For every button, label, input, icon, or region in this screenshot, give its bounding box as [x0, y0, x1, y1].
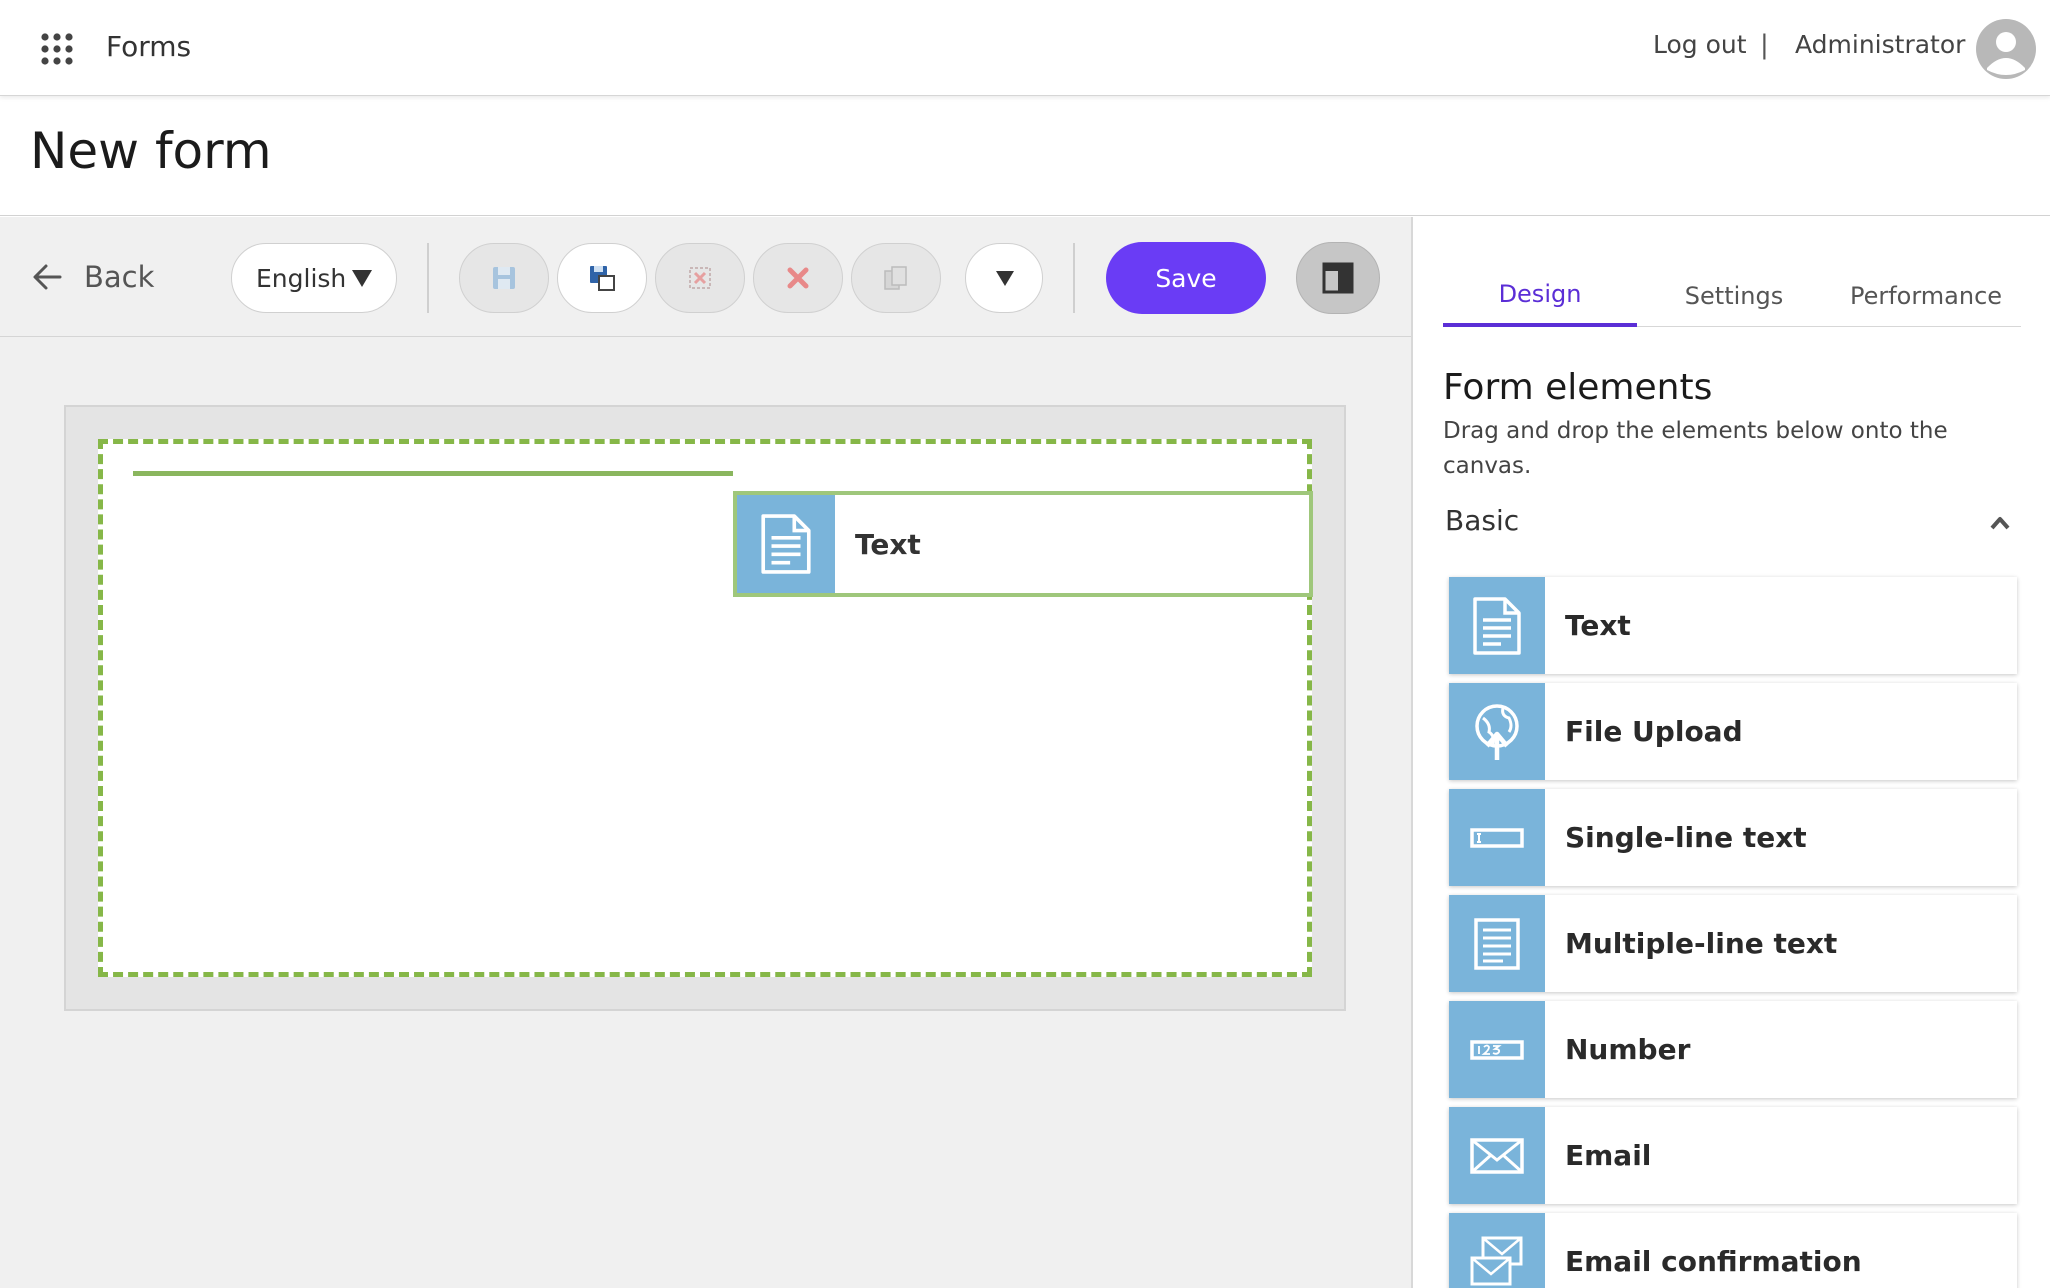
multiple-line-text-icon — [1474, 917, 1520, 970]
element-icon-box — [1449, 895, 1545, 992]
drop-indicator — [133, 471, 733, 476]
element-icon-box — [1449, 683, 1545, 780]
element-icon-box — [1449, 577, 1545, 674]
save-button[interactable]: Save — [1106, 242, 1266, 314]
more-actions-button[interactable] — [965, 243, 1043, 313]
logout-link[interactable]: Log out — [1653, 30, 1747, 59]
form-canvas: Text — [64, 405, 1346, 1011]
language-value: English — [256, 263, 347, 293]
arrow-left-icon — [33, 264, 62, 290]
element-label: Email confirmation — [1565, 1245, 1862, 1278]
save-draft-button[interactable] — [459, 243, 549, 313]
language-select[interactable]: English — [231, 243, 397, 313]
single-line-text-icon — [1470, 827, 1524, 848]
element-icon-box — [737, 495, 835, 593]
save-as-icon — [590, 266, 615, 291]
panel-tabs: Design Settings Performance — [1443, 265, 2021, 327]
copy-button[interactable] — [851, 243, 941, 313]
chevron-up-icon — [1990, 517, 2010, 530]
avatar-icon[interactable] — [1975, 18, 2037, 80]
panel-layout-icon — [1322, 262, 1354, 294]
element-label: Email — [1565, 1139, 1652, 1172]
element-icon-box — [1449, 1213, 1545, 1288]
layout-toggle-button[interactable] — [1296, 242, 1380, 314]
tab-performance[interactable]: Performance — [1831, 265, 2021, 327]
caret-down-icon — [352, 270, 372, 287]
element-email-confirmation[interactable]: Email confirmation — [1449, 1213, 2017, 1288]
editor-toolbar: Back English Save — [0, 217, 1411, 337]
file-upload-icon — [1475, 703, 1519, 760]
delete-button[interactable] — [753, 243, 843, 313]
page-title: New form — [30, 122, 272, 180]
text-document-icon — [761, 514, 811, 574]
element-list: Text File Upload Single-line text Multip… — [1449, 577, 2017, 1288]
form-editor: Back English Save Text — [0, 217, 1411, 1288]
email-icon — [1470, 1137, 1524, 1174]
caret-down-icon — [996, 271, 1014, 286]
element-icon-box — [1449, 1001, 1545, 1098]
toolbar-divider — [427, 243, 429, 313]
text-document-icon — [1473, 596, 1521, 655]
element-multiple-line-text[interactable]: Multiple-line text — [1449, 895, 2017, 992]
element-icon-box — [1449, 1107, 1545, 1204]
email-confirmation-icon — [1470, 1236, 1523, 1285]
delete-icon — [787, 267, 809, 289]
element-label: Number — [1565, 1033, 1691, 1066]
header-separator: | — [1760, 30, 1769, 60]
element-icon-box — [1449, 789, 1545, 886]
form-elements-heading: Form elements — [1443, 367, 1713, 408]
number-icon — [1470, 1039, 1524, 1060]
dragging-element[interactable]: Text — [733, 491, 1313, 597]
element-label: Single-line text — [1565, 821, 1807, 854]
element-text[interactable]: Text — [1449, 577, 2017, 674]
app-title: Forms — [106, 30, 192, 63]
form-elements-description: Drag and drop the elements below onto th… — [1443, 418, 1948, 479]
section-basic-header[interactable]: Basic — [1445, 504, 2011, 544]
element-file-upload[interactable]: File Upload — [1449, 683, 2017, 780]
back-button[interactable]: Back — [30, 255, 154, 299]
tab-settings[interactable]: Settings — [1637, 265, 1831, 327]
element-email[interactable]: Email — [1449, 1107, 2017, 1204]
element-number[interactable]: Number — [1449, 1001, 2017, 1098]
side-panel: Design Settings Performance Form element… — [1411, 217, 2050, 1288]
app-launcher-icon[interactable] — [40, 32, 74, 66]
discard-changes-button[interactable] — [655, 243, 745, 313]
copy-icon — [884, 266, 907, 290]
save-disk-icon — [493, 267, 515, 289]
element-label: Text — [1565, 609, 1631, 642]
element-label: File Upload — [1565, 715, 1743, 748]
save-as-button[interactable] — [557, 243, 647, 313]
section-basic-title: Basic — [1445, 504, 1520, 537]
back-label: Back — [84, 260, 155, 294]
discard-icon — [689, 267, 711, 289]
page-title-bar: New form — [0, 96, 2050, 216]
top-bar: Forms Log out | Administrator — [0, 0, 2050, 96]
element-label: Multiple-line text — [1565, 927, 1838, 960]
user-name: Administrator — [1795, 30, 1966, 59]
tab-design[interactable]: Design — [1443, 265, 1637, 327]
element-single-line-text[interactable]: Single-line text — [1449, 789, 2017, 886]
drop-zone[interactable]: Text — [98, 439, 1313, 977]
toolbar-divider — [1073, 243, 1075, 313]
dragging-element-label: Text — [855, 527, 921, 561]
